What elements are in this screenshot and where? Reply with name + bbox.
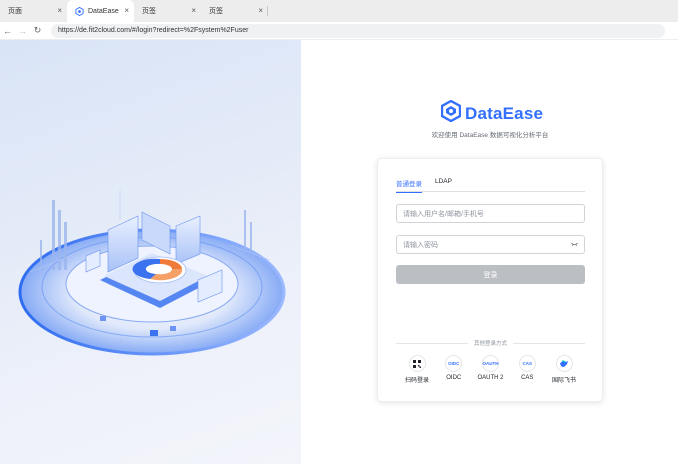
username-placeholder: 请输入用户名/邮箱/手机号 [403,210,484,218]
dataease-logo-icon [440,99,462,127]
close-icon[interactable]: × [124,6,129,15]
browser-tab-active[interactable]: DataEase × [67,0,134,22]
other-login-divider: 其他登录方式 [396,339,586,347]
login-method-label: OAUTH 2 [477,375,504,381]
divider-line [396,342,468,344]
dataease-favicon-icon [75,6,84,16]
divider-line [513,342,586,344]
tab-normal-login[interactable]: 普通登录 [396,178,422,193]
login-method-label: CAS [521,375,534,381]
close-icon[interactable]: × [258,6,263,15]
address-bar: ← → ↻ https://de.fit2cloud.com/#/login?r… [0,22,678,40]
login-method-lark[interactable]: 国际飞书 [547,355,581,384]
qrcode-icon [408,355,426,372]
tab-label: DataEase [88,7,119,15]
login-method-oauth2[interactable]: OAUTH OAUTH 2 [474,355,508,384]
password-placeholder: 请输入密码 [403,241,438,249]
close-icon[interactable]: × [57,6,62,15]
login-tabs: 普通登录 LDAP [396,178,585,193]
tab-ldap[interactable]: LDAP [435,178,452,192]
url-field[interactable]: https://de.fit2cloud.com/#/login?redirec… [51,23,665,38]
browser-tab[interactable]: 页面 × [0,0,67,22]
tab-label: 页签 [209,8,223,15]
other-login-methods: 扫码登录 OIDC OIDC OAUTH OAUTH 2 CAS CAS 国际飞… [396,355,585,384]
browser-tab[interactable]: 页签 × [134,0,201,22]
cas-icon: CAS [518,355,536,372]
browser-tab-bar: 页面 × DataEase × 页签 × 页签 × [0,0,678,22]
oidc-icon: OIDC [445,355,463,372]
eye-closed-icon[interactable] [571,242,578,247]
back-arrow-icon[interactable]: ← [0,26,15,36]
tab-divider [267,6,268,16]
lark-icon [555,355,573,372]
login-method-qrcode[interactable]: 扫码登录 [400,355,434,384]
brand-name: DataEase [465,103,544,123]
tab-label: 页面 [8,8,22,15]
login-method-label: 扫码登录 [404,378,429,384]
forward-arrow-icon[interactable]: → [15,26,30,36]
reload-icon[interactable]: ↻ [30,25,45,36]
other-login-title: 其他登录方式 [474,341,508,347]
username-input[interactable]: 请输入用户名/邮箱/手机号 [396,204,585,223]
tab-label: 页签 [142,8,156,15]
password-input[interactable]: 请输入密码 [396,235,585,254]
brand-subtitle: 欢迎使用 DataEase 数据可视化分析平台 [431,132,549,139]
isometric-data-platform-illustration [18,190,286,356]
brand-logo: DataEase [440,99,544,127]
login-method-label: 国际飞书 [551,378,576,384]
browser-tab[interactable]: 页签 × [201,0,268,22]
login-method-oidc[interactable]: OIDC OIDC [437,355,471,384]
oauth2-icon: OAUTH [482,355,499,372]
login-method-label: OIDC [446,375,462,381]
login-button[interactable]: 登录 [396,265,585,284]
login-card: 普通登录 LDAP 请输入用户名/邮箱/手机号 请输入密码 登录 其他登录方式 … [377,158,603,402]
close-icon[interactable]: × [191,6,196,15]
hero-illustration [0,40,301,464]
login-method-cas[interactable]: CAS CAS [510,355,544,384]
